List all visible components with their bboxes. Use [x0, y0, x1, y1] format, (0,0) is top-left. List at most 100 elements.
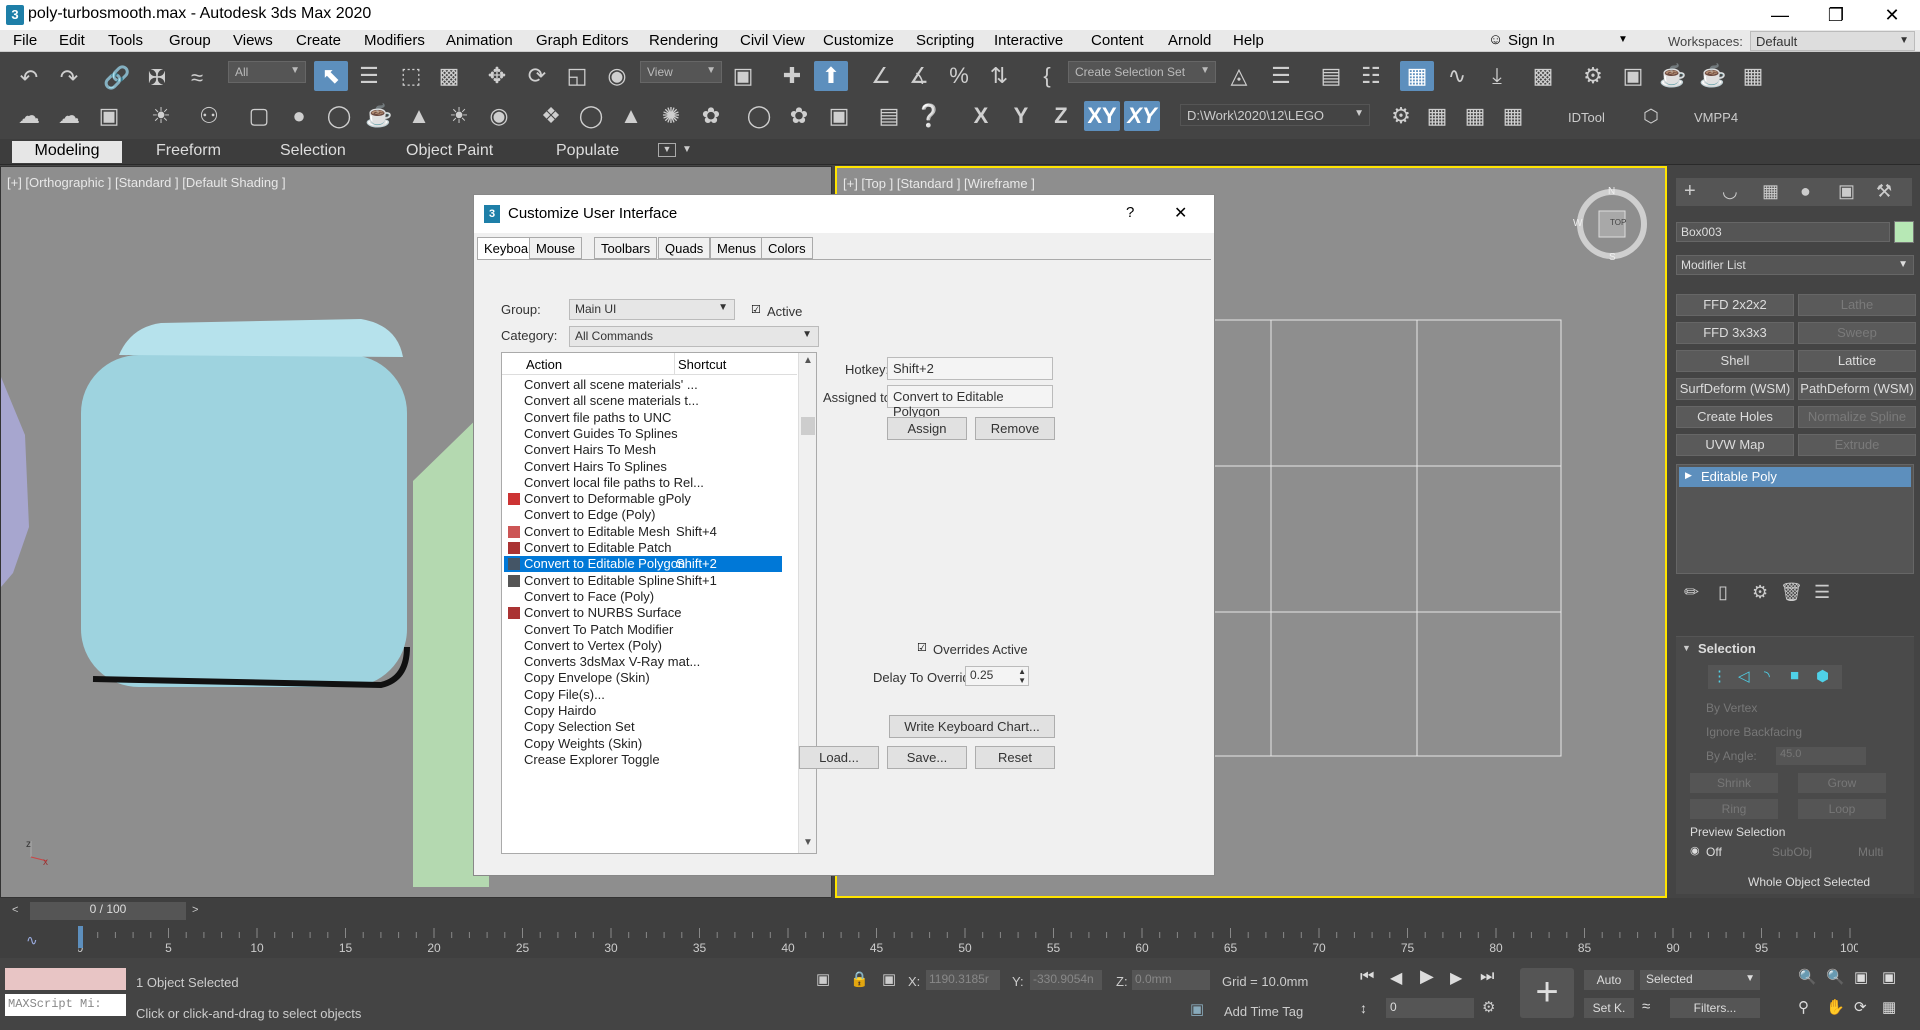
- zoom-icon[interactable]: 🔍: [1798, 968, 1817, 986]
- material-editor-icon[interactable]: ▩: [1526, 61, 1560, 91]
- motion-tab-icon[interactable]: ●: [1800, 181, 1811, 202]
- select-object-icon[interactable]: ⬉: [314, 61, 348, 91]
- menu-edit[interactable]: Edit: [59, 32, 85, 49]
- modifier-list-dropdown[interactable]: Modifier List ▼: [1676, 255, 1914, 275]
- ribbon-options-icon[interactable]: ▼: [658, 143, 676, 157]
- hotkey-field[interactable]: Shift+2: [887, 357, 1053, 380]
- viewport-layout-icon[interactable]: ▦: [1736, 61, 1770, 91]
- minimize-icon[interactable]: —: [1752, 0, 1808, 30]
- polygon-icon[interactable]: ■: [1790, 667, 1799, 684]
- display-tab-icon[interactable]: ▣: [1838, 181, 1855, 202]
- modifier-surfdeform-button[interactable]: SurfDeform (WSM): [1676, 378, 1794, 400]
- action-row[interactable]: Convert to Editable Mesh Shift+4: [504, 524, 782, 540]
- pivot-center-icon[interactable]: ▣: [726, 61, 760, 91]
- axis-z-icon[interactable]: Z: [1044, 101, 1078, 131]
- write-keyboard-chart-button[interactable]: Write Keyboard Chart...: [889, 715, 1055, 738]
- snaps-toggle-icon[interactable]: ∠: [864, 61, 898, 91]
- selection-lock-icon[interactable]: 🔒: [850, 970, 869, 988]
- shrink-button[interactable]: Shrink: [1690, 773, 1778, 793]
- torus-primitive-icon[interactable]: ◯: [322, 101, 356, 131]
- tab-object-paint[interactable]: Object Paint: [386, 141, 513, 163]
- menu-civil-view[interactable]: Civil View: [740, 32, 805, 49]
- curve-editor-icon[interactable]: ∿: [1440, 61, 1474, 91]
- axis-y-icon[interactable]: Y: [1004, 101, 1038, 131]
- orbit-icon[interactable]: ⟳: [1854, 998, 1867, 1016]
- next-frame-icon[interactable]: ▶: [1450, 968, 1462, 988]
- radio-off-icon[interactable]: ◉: [1690, 844, 1700, 857]
- action-row[interactable]: Convert local file paths to Rel...: [504, 475, 782, 491]
- modifier-pathdeform-button[interactable]: PathDeform (WSM): [1798, 378, 1916, 400]
- script-icon-3[interactable]: ▦: [1458, 101, 1492, 131]
- align-icon[interactable]: ☰: [1264, 61, 1298, 91]
- delay-override-spinner[interactable]: 0.25 ▲ ▼: [965, 666, 1029, 686]
- undo-icon[interactable]: ↶: [12, 63, 46, 93]
- configure-modifier-sets-icon[interactable]: ☰: [1814, 582, 1830, 603]
- workspaces-dropdown[interactable]: Default ▼: [1750, 31, 1915, 51]
- select-manipulate-icon[interactable]: ✚: [775, 61, 809, 91]
- maxscript-input[interactable]: MAXScript Mi:: [5, 994, 126, 1016]
- action-row[interactable]: Convert to Vertex (Poly): [504, 638, 782, 654]
- action-row[interactable]: Convert Hairs To Mesh: [504, 442, 782, 458]
- action-row[interactable]: Convert to Editable Polygon Shift+2: [504, 556, 782, 573]
- prev-frame-icon[interactable]: <: [12, 904, 18, 916]
- viewcube-top[interactable]: TOP: [1610, 218, 1626, 227]
- script-icon-2[interactable]: ▦: [1420, 101, 1454, 131]
- zoom-extents-icon[interactable]: ▣: [1854, 968, 1868, 986]
- modifier-lattice-button[interactable]: Lattice: [1798, 350, 1916, 372]
- key-mode-icon[interactable]: ↕: [1360, 1000, 1367, 1016]
- unlink-icon[interactable]: ✠: [140, 63, 174, 93]
- create-object-icon[interactable]: ☁: [12, 101, 46, 131]
- scatter-icon[interactable]: ❖: [534, 101, 568, 131]
- go-to-end-icon[interactable]: ⏭: [1480, 968, 1494, 986]
- clone-icon[interactable]: ▤: [872, 101, 906, 131]
- menu-interactive[interactable]: Interactive: [994, 32, 1063, 49]
- named-selection-set-dropdown[interactable]: Create Selection Set ▼: [1068, 61, 1216, 83]
- angle-spinner[interactable]: 45.0: [1776, 747, 1866, 765]
- tab-menus[interactable]: Menus: [710, 237, 764, 259]
- y-coordinate-field[interactable]: -330.9054n: [1030, 970, 1102, 990]
- idtool-button[interactable]: IDTool: [1568, 110, 1605, 125]
- bind-space-warp-icon[interactable]: ≈: [180, 63, 214, 93]
- utilities-tab-icon[interactable]: ⚒: [1876, 181, 1892, 202]
- previous-frame-icon[interactable]: ◀: [1390, 968, 1402, 988]
- absolute-mode-icon[interactable]: ▣: [882, 970, 896, 988]
- tab-toolbars[interactable]: Toolbars: [594, 237, 658, 259]
- axis-xy-cycle-icon[interactable]: XY: [1124, 101, 1160, 131]
- time-tag-icon[interactable]: ▣: [1190, 1000, 1204, 1018]
- stack-item-editable-poly[interactable]: ▶ Editable Poly: [1679, 467, 1911, 487]
- action-row[interactable]: Convert to Editable Patch: [504, 540, 782, 556]
- remove-modifier-icon[interactable]: 🗑: [1780, 582, 1803, 603]
- load-button[interactable]: Load...: [799, 746, 879, 769]
- modifier-shell-button[interactable]: Shell: [1676, 350, 1794, 372]
- vertex-icon[interactable]: ⋮: [1712, 667, 1727, 685]
- auto-key-button[interactable]: Auto: [1584, 970, 1634, 990]
- modifier-create-holes-button[interactable]: Create Holes: [1676, 406, 1794, 428]
- current-frame-spinner[interactable]: 0: [1386, 998, 1474, 1018]
- action-row[interactable]: Convert file paths to UNC: [504, 410, 782, 426]
- render-setup-icon[interactable]: ⚙: [1576, 61, 1610, 91]
- material-sphere-icon[interactable]: ◯: [742, 101, 776, 131]
- project-path-dropdown[interactable]: D:\Work\2020\12\LEGO ▼: [1180, 104, 1370, 126]
- teapot-primitive-icon[interactable]: ☕: [362, 101, 396, 131]
- preview-multi-radio[interactable]: Multi: [1858, 845, 1883, 859]
- field-of-view-icon[interactable]: ⚲: [1798, 998, 1809, 1016]
- object-name-field[interactable]: Box003: [1676, 222, 1890, 242]
- menu-tools[interactable]: Tools: [108, 32, 143, 49]
- menu-help[interactable]: Help: [1233, 32, 1264, 49]
- preview-off-radio[interactable]: Off: [1706, 845, 1722, 859]
- camera-icon[interactable]: ⚇: [192, 101, 226, 131]
- action-list-scrollbar[interactable]: ▲ ▼: [798, 353, 816, 853]
- grow-button[interactable]: Grow: [1798, 773, 1886, 793]
- menu-content[interactable]: Content: [1091, 32, 1144, 49]
- menu-customize[interactable]: Customize: [823, 32, 894, 49]
- mini-curve-editor-icon[interactable]: ∿: [26, 932, 38, 949]
- action-row[interactable]: Copy File(s)...: [504, 687, 782, 703]
- object-color-swatch[interactable]: [1894, 221, 1914, 243]
- time-configuration-icon[interactable]: ⚙: [1482, 998, 1495, 1016]
- timeline-ruler[interactable]: 0510152025303540455055606570758085909510…: [78, 926, 1858, 956]
- action-row[interactable]: Crease Explorer Toggle: [504, 752, 782, 768]
- menu-graph-editors[interactable]: Graph Editors: [536, 32, 629, 49]
- script-icon-1[interactable]: ⚙: [1384, 101, 1418, 131]
- active-checkbox[interactable]: ☑: [751, 303, 761, 316]
- action-row[interactable]: Convert to Deformable gPoly: [504, 491, 782, 507]
